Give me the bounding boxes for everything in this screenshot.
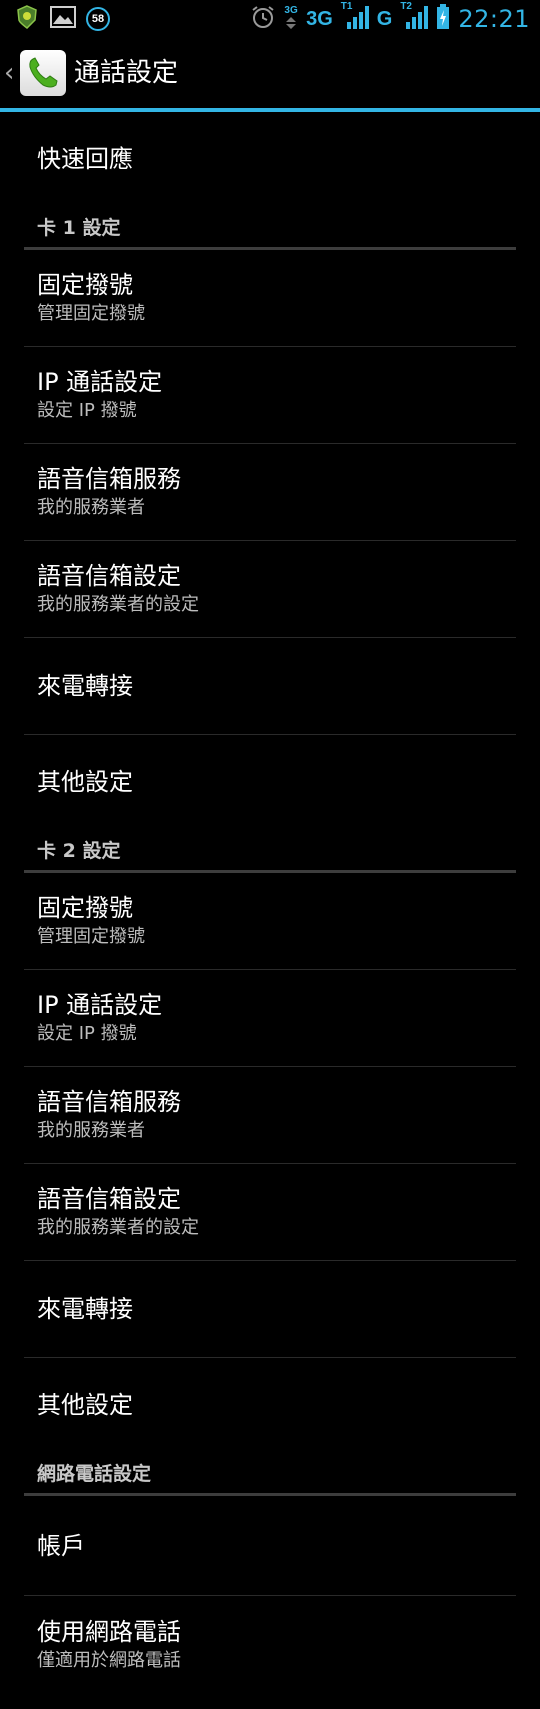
list-item-voicemail-settings[interactable]: 語音信箱設定 我的服務業者的設定 xyxy=(24,1164,516,1261)
count-badge: 58 xyxy=(86,7,110,31)
list-item-use-internet-call[interactable]: 使用網路電話 僅適用於網路電話 xyxy=(24,1596,516,1693)
list-item-voicemail-settings[interactable]: 語音信箱設定 我的服務業者的設定 xyxy=(24,541,516,638)
network-3g-label: 3G xyxy=(306,7,333,30)
list-item-summary: 設定 IP 撥號 xyxy=(37,400,137,421)
section-header-internet-call: 網路電話設定 xyxy=(24,1452,516,1496)
list-item-title: 固定撥號 xyxy=(37,271,133,299)
sim2-tag: T2 xyxy=(400,1,412,12)
status-bar: 58 3G 3G T1 G T2 22:21 xyxy=(0,0,540,38)
list-item-summary: 管理固定撥號 xyxy=(37,926,145,947)
list-item-summary: 僅適用於網路電話 xyxy=(37,1649,181,1671)
alarm-icon xyxy=(250,4,276,34)
battery-charging-icon xyxy=(436,4,450,34)
data-activity-indicator: 3G xyxy=(284,4,298,33)
back-chevron-icon[interactable]: ‹ xyxy=(4,58,14,88)
section-header-sim2: 卡 2 設定 xyxy=(24,829,516,873)
list-item-title: 其他設定 xyxy=(37,768,133,796)
list-item-fixed-dialing[interactable]: 固定撥號 管理固定撥號 xyxy=(24,873,516,970)
list-item-title: 帳戶 xyxy=(37,1531,85,1560)
clock: 22:21 xyxy=(458,5,530,33)
list-item-call-forwarding[interactable]: 來電轉接 xyxy=(24,638,516,735)
network-g-label: G xyxy=(376,7,393,30)
list-item-other-settings[interactable]: 其他設定 xyxy=(24,1358,516,1452)
list-item-title: 語音信箱服務 xyxy=(37,1088,181,1116)
signal-icon: T2 xyxy=(400,1,429,34)
list-item-voicemail-service[interactable]: 語音信箱服務 我的服務業者 xyxy=(24,1067,516,1164)
list-item-voicemail-service[interactable]: 語音信箱服務 我的服務業者 xyxy=(24,444,516,541)
list-item-summary: 我的服務業者的設定 xyxy=(37,594,199,615)
list-item-summary: 我的服務業者 xyxy=(37,1120,145,1141)
action-bar: ‹ 通話設定 xyxy=(0,38,540,112)
list-item-title: 語音信箱設定 xyxy=(37,1185,181,1213)
list-item-title: 語音信箱服務 xyxy=(37,465,181,493)
list-item-other-settings[interactable]: 其他設定 xyxy=(24,735,516,829)
list-item-summary: 設定 IP 撥號 xyxy=(37,1023,137,1044)
list-item-title: 固定撥號 xyxy=(37,894,133,922)
list-item-title: 語音信箱設定 xyxy=(37,562,181,590)
list-item-fixed-dialing[interactable]: 固定撥號 管理固定撥號 xyxy=(24,250,516,347)
list-item-title: IP 通話設定 xyxy=(37,368,163,396)
list-item-title: 其他設定 xyxy=(37,1391,133,1419)
settings-list: 快速回應 卡 1 設定 固定撥號 管理固定撥號 IP 通話設定 設定 IP 撥號… xyxy=(0,112,540,1693)
list-item-summary: 我的服務業者的設定 xyxy=(37,1217,199,1238)
list-item-accounts[interactable]: 帳戶 xyxy=(24,1496,516,1596)
list-item-ip-call-settings[interactable]: IP 通話設定 設定 IP 撥號 xyxy=(24,970,516,1067)
list-item-call-forwarding[interactable]: 來電轉接 xyxy=(24,1261,516,1358)
list-item-summary: 管理固定撥號 xyxy=(37,303,145,324)
list-item-title: 來電轉接 xyxy=(37,672,133,700)
list-item-title: 使用網路電話 xyxy=(37,1617,181,1646)
page-title: 通話設定 xyxy=(74,58,179,88)
list-item-summary: 我的服務業者 xyxy=(37,497,145,518)
system-icons: 3G 3G T1 G T2 22:21 xyxy=(250,1,530,34)
list-item-title: 快速回應 xyxy=(37,145,133,173)
notification-icons: 58 xyxy=(14,4,110,34)
list-item-quick-response[interactable]: 快速回應 xyxy=(24,112,516,206)
shield-app-icon xyxy=(14,4,40,34)
signal-icon: T1 xyxy=(340,1,369,34)
list-item-title: IP 通話設定 xyxy=(37,991,163,1019)
section-header-sim1: 卡 1 設定 xyxy=(24,206,516,250)
list-item-ip-call-settings[interactable]: IP 通話設定 設定 IP 撥號 xyxy=(24,347,516,444)
picture-icon xyxy=(50,6,76,32)
phone-icon[interactable] xyxy=(20,50,66,96)
sim1-tag: T1 xyxy=(340,1,353,12)
list-item-title: 來電轉接 xyxy=(37,1295,133,1323)
network-3g-small-label: 3G xyxy=(284,4,298,16)
